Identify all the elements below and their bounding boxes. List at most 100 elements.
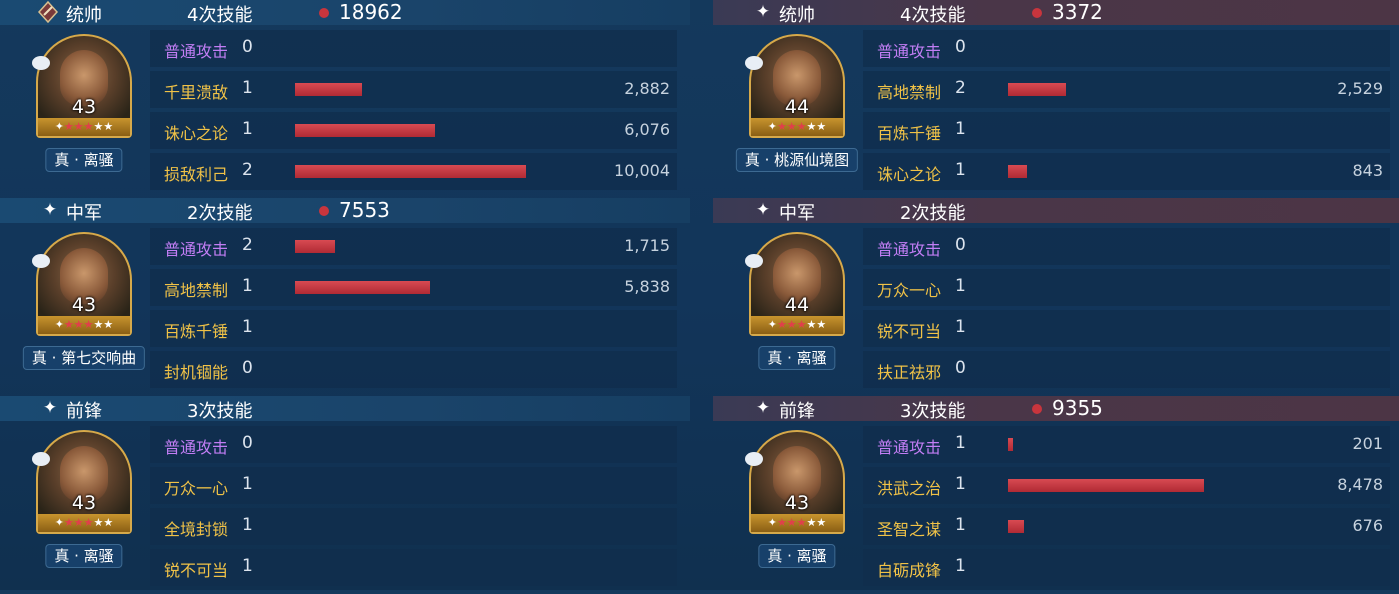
skill-row: 锐不可当 1 xyxy=(863,310,1390,347)
skill-trigger-count: 0 xyxy=(242,433,253,453)
skill-name[interactable]: 损敌利己 xyxy=(164,161,228,185)
hero-title-tag: 真 · 离骚 xyxy=(758,544,836,568)
skill-row: 千里溃敌 1 2,882 xyxy=(150,71,677,108)
skill-name[interactable]: 百炼千锤 xyxy=(164,318,228,342)
skill-row: 自砺成锋 1 xyxy=(863,549,1390,586)
skill-name[interactable]: 诛心之论 xyxy=(877,161,941,185)
skill-trigger-count: 1 xyxy=(242,474,253,494)
skill-trigger-count: 1 xyxy=(955,119,966,139)
section-header: 统帅 4次技能 18962 xyxy=(0,0,690,26)
skill-trigger-count: 1 xyxy=(242,515,253,535)
star-rating: ✦★★★★★ xyxy=(38,118,130,136)
total-damage: 7553 xyxy=(339,198,390,222)
hero-portrait[interactable]: 44 ✦★★★★★ xyxy=(745,34,845,142)
skill-name[interactable]: 普通攻击 xyxy=(164,236,228,260)
damage-value: 2,882 xyxy=(624,79,670,98)
skill-row: 普通攻击 0 xyxy=(150,426,677,463)
skill-name[interactable]: 锐不可当 xyxy=(877,318,941,342)
skill-trigger-count: 1 xyxy=(242,276,253,296)
skill-count: 4次技能 xyxy=(187,5,253,26)
hero-avatar: 43 ✦★★★★★ xyxy=(36,34,132,138)
damage-dot-icon xyxy=(319,206,329,216)
hero-portrait[interactable]: 43 ✦★★★★★ xyxy=(745,430,845,538)
damage-bar xyxy=(295,165,526,178)
skill-name[interactable]: 普通攻击 xyxy=(877,434,941,458)
skill-trigger-count: 1 xyxy=(955,160,966,180)
sparkle-icon: ✦ xyxy=(42,398,58,418)
skill-name[interactable]: 万众一心 xyxy=(164,475,228,499)
skill-trigger-count: 1 xyxy=(955,276,966,296)
skill-name[interactable]: 全境封锁 xyxy=(164,516,228,540)
hero-avatar: 44 ✦★★★★★ xyxy=(749,34,845,138)
skill-row: 全境封锁 1 xyxy=(150,508,677,545)
skill-trigger-count: 1 xyxy=(955,474,966,494)
hero-level: 43 xyxy=(71,96,97,118)
role-label: 中军 xyxy=(779,203,815,224)
skill-name[interactable]: 普通攻击 xyxy=(164,38,228,62)
hero-avatar: 43 ✦★★★★★ xyxy=(36,232,132,336)
skill-name[interactable]: 封机锢能 xyxy=(164,359,228,383)
skill-row: 万众一心 1 xyxy=(863,269,1390,306)
role-label: 前锋 xyxy=(66,401,102,422)
skill-row: 洪武之治 1 8,478 xyxy=(863,467,1390,504)
commander-badge-icon xyxy=(36,0,59,29)
skill-count: 3次技能 xyxy=(187,401,253,422)
section-header: ✦ 前锋 3次技能 9355 xyxy=(713,396,1399,422)
skill-name[interactable]: 高地禁制 xyxy=(877,79,941,103)
skill-name[interactable]: 扶正祛邪 xyxy=(877,359,941,383)
skill-name[interactable]: 洪武之治 xyxy=(877,475,941,499)
skill-row: 普通攻击 1 201 xyxy=(863,426,1390,463)
formation-section-0: ✦ 统帅 4次技能 3372 44 ✦★★★★★ 真 · 桃源仙境图 普通攻击 0 高地禁制 2 2,… xyxy=(713,0,1399,198)
unit-type-icon xyxy=(32,56,50,70)
skill-name[interactable]: 高地禁制 xyxy=(164,277,228,301)
skill-row: 普通攻击 0 xyxy=(863,228,1390,265)
hero-level: 43 xyxy=(784,492,810,514)
hero-title-tag: 真 · 离骚 xyxy=(45,544,123,568)
skill-name[interactable]: 千里溃敌 xyxy=(164,79,228,103)
hero-level: 43 xyxy=(71,492,97,514)
skill-trigger-count: 0 xyxy=(242,37,253,57)
skill-trigger-count: 1 xyxy=(242,317,253,337)
skill-name[interactable]: 圣智之谋 xyxy=(877,516,941,540)
skill-name[interactable]: 百炼千锤 xyxy=(877,120,941,144)
skill-trigger-count: 0 xyxy=(955,235,966,255)
skill-name[interactable]: 万众一心 xyxy=(877,277,941,301)
hero-level: 43 xyxy=(71,294,97,316)
hero-portrait[interactable]: 44 ✦★★★★★ xyxy=(745,232,845,340)
skill-name[interactable]: 诛心之论 xyxy=(164,120,228,144)
skill-name[interactable]: 自砺成锋 xyxy=(877,557,941,581)
formation-section-1: ✦ 中军 2次技能 44 ✦★★★★★ 真 · 离骚 普通攻击 0 万众一心 1 锐不可当 1 扶正祛邪… xyxy=(713,198,1399,396)
right-team-panel: ✦ 统帅 4次技能 3372 44 ✦★★★★★ 真 · 桃源仙境图 普通攻击 0 高地禁制 2 2,… xyxy=(713,0,1399,590)
hero-title-tag: 真 · 离骚 xyxy=(45,148,123,172)
skill-trigger-count: 1 xyxy=(242,119,253,139)
damage-value: 201 xyxy=(1352,434,1383,453)
skill-trigger-count: 1 xyxy=(242,78,253,98)
skill-trigger-count: 0 xyxy=(955,37,966,57)
hero-title-tag: 真 · 离骚 xyxy=(758,346,836,370)
skill-name[interactable]: 普通攻击 xyxy=(877,38,941,62)
left-team-panel: 统帅 4次技能 18962 43 ✦★★★★★ 真 · 离骚 普通攻击 0 千里溃敌 1 2,882… xyxy=(0,0,690,590)
skill-trigger-count: 2 xyxy=(242,160,253,180)
skill-trigger-count: 1 xyxy=(242,556,253,576)
skill-trigger-count: 2 xyxy=(955,78,966,98)
formation-section-2: ✦ 前锋 3次技能 9355 43 ✦★★★★★ 真 · 离骚 普通攻击 1 201 洪武之治 1 8,… xyxy=(713,396,1399,594)
skill-name[interactable]: 锐不可当 xyxy=(164,557,228,581)
skill-name[interactable]: 普通攻击 xyxy=(877,236,941,260)
damage-bar xyxy=(295,124,435,137)
hero-portrait[interactable]: 43 ✦★★★★★ xyxy=(32,430,132,538)
skill-trigger-count: 1 xyxy=(955,317,966,337)
damage-value: 6,076 xyxy=(624,120,670,139)
skill-count: 3次技能 xyxy=(900,401,966,422)
formation-section-2: ✦ 前锋 3次技能 43 ✦★★★★★ 真 · 离骚 普通攻击 0 万众一心 1 全境封锁 1 锐不可当… xyxy=(0,396,690,594)
damage-value: 8,478 xyxy=(1337,475,1383,494)
role-label: 统帅 xyxy=(779,5,815,26)
skill-name[interactable]: 普通攻击 xyxy=(164,434,228,458)
hero-avatar: 43 ✦★★★★★ xyxy=(749,430,845,534)
damage-bar xyxy=(295,281,430,294)
hero-portrait[interactable]: 43 ✦★★★★★ xyxy=(32,232,132,340)
formation-section-1: ✦ 中军 2次技能 7553 43 ✦★★★★★ 真 · 第七交响曲 普通攻击 2 1,715 高地… xyxy=(0,198,690,396)
hero-avatar: 43 ✦★★★★★ xyxy=(36,430,132,534)
skill-trigger-count: 2 xyxy=(242,235,253,255)
damage-bar xyxy=(295,240,335,253)
hero-portrait[interactable]: 43 ✦★★★★★ xyxy=(32,34,132,142)
